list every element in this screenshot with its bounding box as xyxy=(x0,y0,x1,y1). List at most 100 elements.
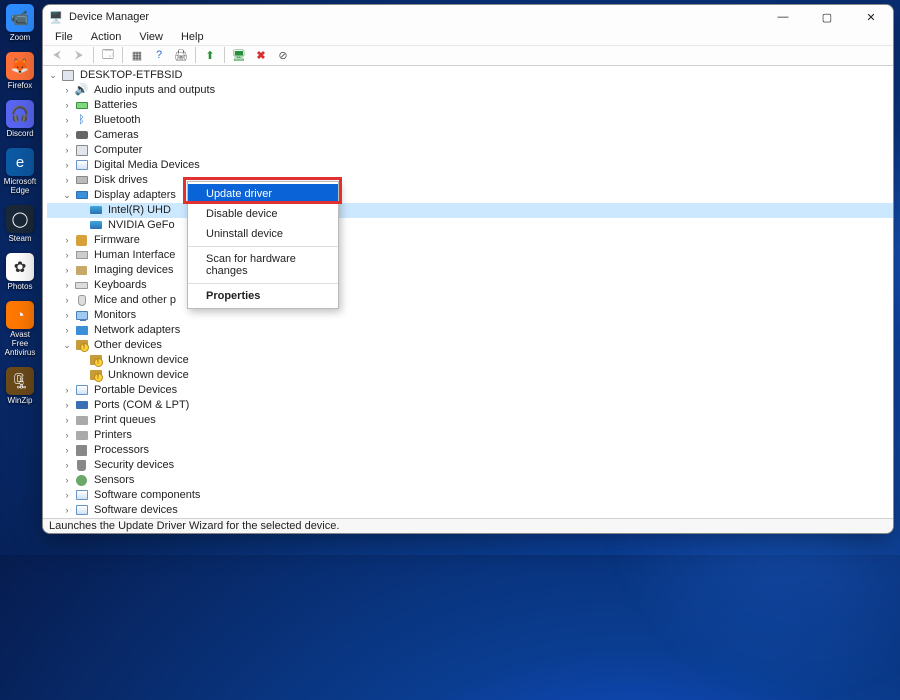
desktop-icon-discord[interactable]: 🎧Discord xyxy=(4,100,36,138)
maximize-button[interactable]: ▢ xyxy=(805,5,849,29)
tree-node-label: Ports (COM & LPT) xyxy=(92,398,191,413)
tree-node[interactable]: Print queues xyxy=(47,413,893,428)
print-button[interactable]: 🖨 xyxy=(171,46,191,64)
hd-icon xyxy=(74,174,89,187)
tree-node[interactable]: Software devices xyxy=(47,503,893,518)
tree-node-label: Mice and other p xyxy=(92,293,178,308)
expand-caret-icon[interactable] xyxy=(61,458,73,473)
desktop-icon-microsoft-edge[interactable]: eMicrosoft Edge xyxy=(4,148,36,195)
show-hidden-button[interactable]: 🗔 xyxy=(98,46,118,64)
collapse-caret-icon[interactable] xyxy=(61,188,73,203)
device-tree[interactable]: DESKTOP-ETFBSID🔊Audio inputs and outputs… xyxy=(43,66,893,519)
expand-caret-icon[interactable] xyxy=(61,263,73,278)
tree-node[interactable]: Digital Media Devices xyxy=(47,158,893,173)
help-button[interactable]: ? xyxy=(149,46,169,64)
titlebar: 🖥️ Device Manager — ▢ ✕ xyxy=(43,5,893,29)
tree-node[interactable]: Security devices xyxy=(47,458,893,473)
desktop-icon-winzip[interactable]: 🗜WinZip xyxy=(4,367,36,405)
expand-caret-icon[interactable] xyxy=(61,113,73,128)
tree-node[interactable]: 🔊Audio inputs and outputs xyxy=(47,83,893,98)
tree-node[interactable]: Ports (COM & LPT) xyxy=(47,398,893,413)
expand-caret-icon[interactable] xyxy=(61,323,73,338)
tree-node[interactable]: Sensors xyxy=(47,473,893,488)
context-menu-item-scan-for-hardware-changes[interactable]: Scan for hardware changes xyxy=(188,249,338,281)
expand-caret-icon[interactable] xyxy=(61,443,73,458)
context-menu-item-uninstall-device[interactable]: Uninstall device xyxy=(188,224,338,244)
menu-view[interactable]: View xyxy=(131,29,171,45)
expand-caret-icon[interactable] xyxy=(61,248,73,263)
collapse-caret-icon[interactable] xyxy=(61,338,73,353)
tree-node-label: Audio inputs and outputs xyxy=(92,83,217,98)
context-menu-item-disable-device[interactable]: Disable device xyxy=(188,204,338,224)
close-button[interactable]: ✕ xyxy=(849,5,893,29)
tree-node[interactable]: Human Interface xyxy=(47,248,893,263)
tree-node-label: Unknown device xyxy=(106,368,191,383)
expand-caret-icon[interactable] xyxy=(61,413,73,428)
tree-node[interactable]: Batteries xyxy=(47,98,893,113)
expand-caret-icon[interactable] xyxy=(61,473,73,488)
tree-node[interactable]: Display adapters xyxy=(47,188,893,203)
expand-caret-icon[interactable] xyxy=(61,428,73,443)
tree-node[interactable]: Network adapters xyxy=(47,323,893,338)
tree-node[interactable]: Software components xyxy=(47,488,893,503)
expand-caret-icon[interactable] xyxy=(61,158,73,173)
expand-caret-icon[interactable] xyxy=(61,128,73,143)
expand-caret-icon[interactable] xyxy=(61,488,73,503)
expand-caret-icon[interactable] xyxy=(61,173,73,188)
disable-button[interactable]: ⊘ xyxy=(273,46,293,64)
minimize-button[interactable]: — xyxy=(761,5,805,29)
tree-node[interactable]: Other devices xyxy=(47,338,893,353)
desktop-icon-steam[interactable]: ◯Steam xyxy=(4,205,36,243)
expand-caret-icon[interactable] xyxy=(61,98,73,113)
expand-caret-icon[interactable] xyxy=(61,83,73,98)
warn-icon xyxy=(74,339,89,352)
collapse-caret-icon[interactable] xyxy=(47,68,59,83)
expand-caret-icon[interactable] xyxy=(61,278,73,293)
tree-node[interactable]: Imaging devices xyxy=(47,263,893,278)
tree-node[interactable]: Disk drives xyxy=(47,173,893,188)
menu-action[interactable]: Action xyxy=(83,29,130,45)
update-driver-button[interactable]: ⬆ xyxy=(200,46,220,64)
expand-caret-icon[interactable] xyxy=(61,233,73,248)
gpu-icon xyxy=(88,219,103,232)
tree-node[interactable]: Portable Devices xyxy=(47,383,893,398)
tree-node-label: Human Interface xyxy=(92,248,177,263)
menu-help[interactable]: Help xyxy=(173,29,212,45)
expand-caret-icon[interactable] xyxy=(61,383,73,398)
tree-node-label: Security devices xyxy=(92,458,176,473)
tree-node[interactable]: Monitors xyxy=(47,308,893,323)
properties-button[interactable]: ▦ xyxy=(127,46,147,64)
scan-hardware-button[interactable]: 🖥 xyxy=(229,46,249,64)
context-menu-item-update-driver[interactable]: Update driver xyxy=(188,184,338,204)
tree-node[interactable]: DESKTOP-ETFBSID xyxy=(47,68,893,83)
tree-node-label: Monitors xyxy=(92,308,138,323)
desktop-icon-photos[interactable]: ✿Photos xyxy=(4,253,36,291)
back-button: ⮜ xyxy=(47,46,67,64)
expand-caret-icon[interactable] xyxy=(61,503,73,518)
tree-node[interactable]: Cameras xyxy=(47,128,893,143)
tree-node[interactable]: Unknown device xyxy=(47,353,893,368)
cpu-icon xyxy=(74,444,89,457)
tree-node[interactable]: Processors xyxy=(47,443,893,458)
uninstall-button[interactable]: ✖ xyxy=(251,46,271,64)
tree-node[interactable]: ᛒBluetooth xyxy=(47,113,893,128)
tree-node[interactable]: Printers xyxy=(47,428,893,443)
tree-node[interactable]: NVIDIA GeFo xyxy=(47,218,893,233)
tree-node[interactable]: Computer xyxy=(47,143,893,158)
expand-caret-icon[interactable] xyxy=(61,398,73,413)
desktop-icon-avast-free-antivirus[interactable]: ◔Avast Free Antivirus xyxy=(4,301,36,357)
expand-caret-icon[interactable] xyxy=(61,293,73,308)
tree-node[interactable]: Intel(R) UHD xyxy=(47,203,893,218)
tree-node[interactable]: Mice and other p xyxy=(47,293,893,308)
context-menu-item-properties[interactable]: Properties xyxy=(188,286,338,306)
tree-node[interactable]: Unknown device xyxy=(47,368,893,383)
bt-icon: ᛒ xyxy=(74,114,89,127)
warn-icon xyxy=(88,369,103,382)
desktop-icon-zoom[interactable]: 📹Zoom xyxy=(4,4,36,42)
expand-caret-icon[interactable] xyxy=(61,143,73,158)
tree-node[interactable]: Keyboards xyxy=(47,278,893,293)
expand-caret-icon[interactable] xyxy=(61,308,73,323)
tree-node[interactable]: Firmware xyxy=(47,233,893,248)
desktop-icon-firefox[interactable]: 🦊Firefox xyxy=(4,52,36,90)
menu-file[interactable]: File xyxy=(47,29,81,45)
